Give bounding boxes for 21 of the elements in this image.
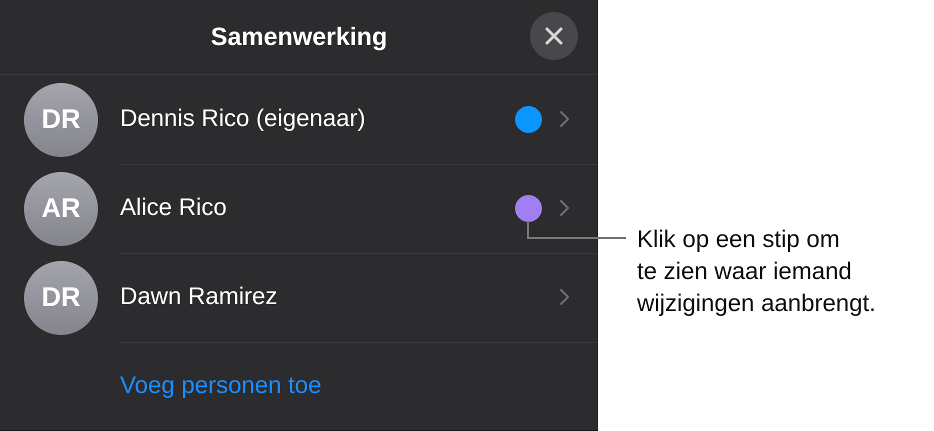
add-people-link[interactable]: Voeg personen toe bbox=[120, 372, 322, 400]
person-name: Alice Rico bbox=[120, 194, 228, 222]
chevron-icon bbox=[559, 288, 570, 306]
callout-text: wijzigingen aanbrengt. bbox=[637, 289, 876, 319]
callout-text: te zien waar iemand bbox=[637, 257, 853, 287]
callout-text: Klik op een stip om bbox=[637, 225, 841, 255]
close-button[interactable] bbox=[530, 12, 578, 60]
person-row[interactable]: DR Dennis Rico (eigenaar) bbox=[0, 75, 598, 164]
close-icon bbox=[545, 27, 563, 45]
person-row[interactable]: DR Dawn Ramirez bbox=[0, 253, 598, 342]
status-dot[interactable] bbox=[515, 194, 542, 222]
chevron-icon bbox=[559, 110, 570, 128]
avatar: DR bbox=[24, 82, 98, 156]
avatar: DR bbox=[24, 260, 98, 334]
person-row[interactable]: AR Alice Rico bbox=[0, 164, 598, 253]
status-dot[interactable] bbox=[515, 106, 542, 132]
avatar: AR bbox=[24, 172, 98, 246]
person-name: Dawn Ramirez bbox=[120, 283, 278, 311]
person-name: Dennis Rico (eigenaar) bbox=[120, 105, 366, 133]
panel-title: Samenwerking bbox=[210, 22, 388, 52]
chevron-icon bbox=[559, 199, 570, 217]
